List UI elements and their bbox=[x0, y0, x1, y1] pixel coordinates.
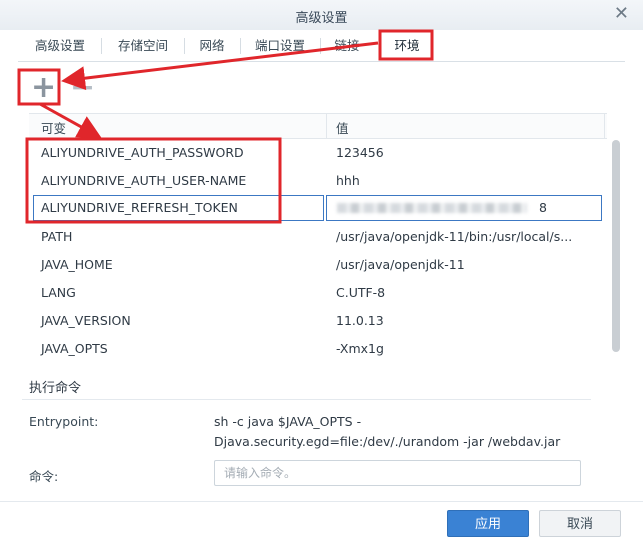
table-row[interactable]: JAVA_HOME /usr/java/openjdk-11 bbox=[29, 251, 607, 279]
cancel-button[interactable]: 取消 bbox=[539, 510, 621, 537]
variable-name: JAVA_OPTS bbox=[41, 341, 108, 356]
table-row[interactable]: LANG C.UTF-8 bbox=[29, 279, 607, 307]
tab-underline bbox=[18, 61, 625, 62]
footer-divider bbox=[0, 501, 643, 502]
variable-name: ALIYUNDRIVE_AUTH_PASSWORD bbox=[41, 145, 244, 160]
tab-storage[interactable]: 存储空间 bbox=[103, 34, 183, 58]
variable-name: JAVA_VERSION bbox=[41, 313, 131, 328]
table-header: 可变 值 bbox=[29, 113, 607, 139]
tab-links[interactable]: 链接 bbox=[321, 34, 373, 58]
variable-name: LANG bbox=[41, 285, 76, 300]
exec-section-title: 执行命令 bbox=[29, 381, 82, 396]
command-input[interactable] bbox=[214, 460, 581, 486]
close-icon[interactable]: ✕ bbox=[614, 4, 629, 24]
remove-icon[interactable]: − bbox=[70, 73, 95, 103]
apply-button[interactable]: 应用 bbox=[447, 510, 529, 537]
tab-divider bbox=[101, 38, 102, 54]
window-title: 高级设置 bbox=[295, 11, 348, 26]
tab-network[interactable]: 网络 bbox=[185, 34, 239, 58]
column-header-value[interactable]: 值 bbox=[336, 118, 349, 137]
table-scrollbar-thumb[interactable] bbox=[612, 140, 620, 352]
section-divider bbox=[22, 399, 591, 400]
title-bar: 高级设置 ✕ bbox=[0, 0, 643, 30]
variable-value-edit-field[interactable]: 8 bbox=[326, 195, 602, 221]
variable-value: C.UTF-8 bbox=[336, 285, 386, 300]
variable-value: /usr/java/openjdk-11/bin:/usr/local/s... bbox=[336, 229, 573, 244]
column-divider bbox=[604, 114, 605, 138]
tab-bar: 高级设置 存储空间 网络 端口设置 链接 环境 bbox=[18, 30, 643, 60]
table-row[interactable]: JAVA_VERSION 11.0.13 bbox=[29, 307, 607, 335]
variable-value: 8 bbox=[539, 200, 547, 215]
table-row[interactable]: ALIYUNDRIVE_AUTH_PASSWORD 123456 bbox=[29, 139, 607, 167]
variable-name: PATH bbox=[41, 229, 73, 244]
variable-value: /usr/java/openjdk-11 bbox=[336, 257, 465, 272]
entrypoint-value: sh -c java $JAVA_OPTS -Djava.security.eg… bbox=[214, 414, 561, 449]
tab-environment[interactable]: 环境 bbox=[381, 34, 433, 58]
table-row[interactable]: PATH /usr/java/openjdk-11/bin:/usr/local… bbox=[29, 223, 607, 251]
variable-name: ALIYUNDRIVE_AUTH_USER-NAME bbox=[41, 173, 247, 188]
variable-name-edit-field[interactable]: ALIYUNDRIVE_REFRESH_TOKEN bbox=[33, 195, 324, 221]
redacted-token bbox=[337, 203, 527, 213]
tab-advanced[interactable]: 高级设置 bbox=[20, 34, 100, 58]
table-row[interactable]: JAVA_OPTS -Xmx1g bbox=[29, 335, 607, 363]
variable-value: 11.0.13 bbox=[336, 313, 384, 328]
variable-name: JAVA_HOME bbox=[41, 257, 113, 272]
add-icon[interactable]: + bbox=[31, 73, 56, 103]
variable-value: hhh bbox=[336, 173, 360, 188]
command-label: 命令: bbox=[29, 469, 59, 484]
entrypoint-label: Entrypoint: bbox=[29, 414, 99, 429]
column-divider bbox=[326, 114, 327, 138]
column-header-variable[interactable]: 可变 bbox=[41, 118, 66, 137]
table-row[interactable]: ALIYUNDRIVE_AUTH_USER-NAME hhh bbox=[29, 167, 607, 195]
variable-value: -Xmx1g bbox=[336, 341, 384, 356]
variable-name: ALIYUNDRIVE_REFRESH_TOKEN bbox=[41, 200, 238, 215]
variable-value: 123456 bbox=[336, 145, 384, 160]
tab-port-settings[interactable]: 端口设置 bbox=[241, 34, 319, 58]
